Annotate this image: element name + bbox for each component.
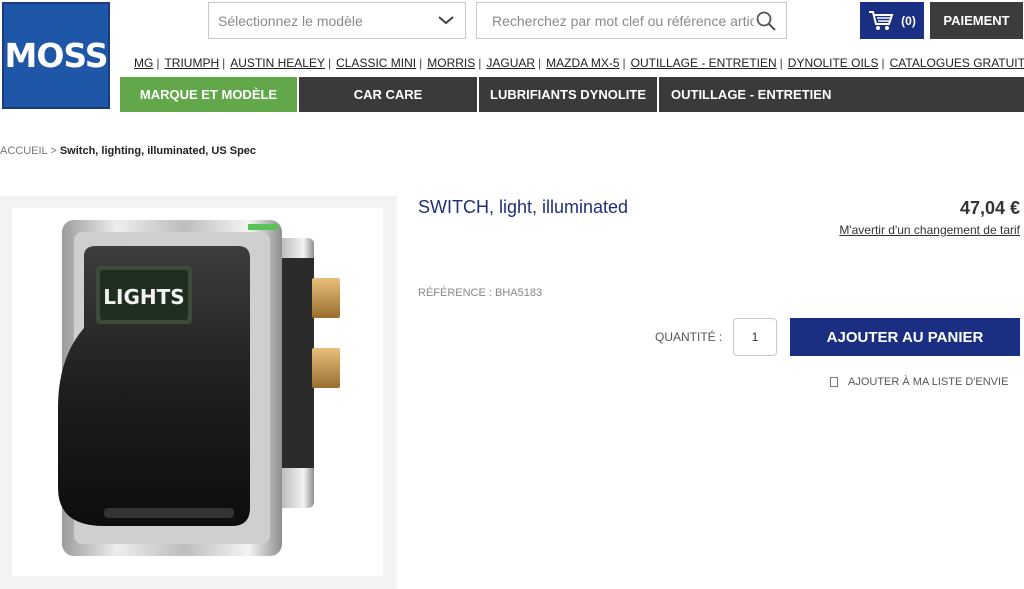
logo-text: MOSS — [4, 36, 109, 75]
brand-link-triumph[interactable]: TRIUMPH — [164, 56, 219, 70]
main-nav: MARQUE ET MODÈLE CAR CARE LUBRIFIANTS DY… — [120, 77, 1024, 112]
price-alert-link[interactable]: M'avertir d'un changement de tarif — [839, 223, 1020, 237]
brand-link-austin-healey[interactable]: AUSTIN HEALEY — [230, 56, 325, 70]
search-input[interactable]: Recherchez par mot clef ou référence art… — [476, 2, 787, 39]
separator: | — [419, 56, 423, 70]
wishlist-label: AJOUTER À MA LISTE D'ENVIE — [848, 376, 1009, 388]
product-image[interactable]: LIGHTS — [0, 196, 397, 589]
logo-badge: MOSS — [2, 2, 110, 109]
quantity-label: QUANTITÉ : — [655, 330, 723, 344]
product-title: SWITCH, light, illuminated — [418, 197, 629, 217]
search-icon[interactable] — [756, 11, 776, 31]
separator: | — [622, 56, 626, 70]
nav-tab-outillage[interactable]: OUTILLAGE - ENTRETIEN — [659, 77, 1024, 112]
chevron-down-icon — [438, 16, 454, 25]
search-placeholder: Recherchez par mot clef ou référence art… — [492, 12, 754, 29]
brand-link-mazda-mx5[interactable]: MAZDA MX-5 — [546, 56, 619, 70]
quantity-input[interactable]: 1 — [733, 318, 777, 356]
breadcrumb-home[interactable]: ACCUEIL — [0, 145, 47, 157]
separator: | — [538, 56, 542, 70]
brand-links: MG | TRIUMPH | AUSTIN HEALEY | CLASSIC MINI… — [134, 56, 1024, 70]
nav-tab-lubrifiants[interactable]: LUBRIFIANTS DYNOLITE — [479, 77, 659, 112]
switch-label: LIGHTS — [103, 285, 184, 309]
separator: | — [881, 56, 885, 70]
separator: | — [779, 56, 783, 70]
switch-illustration: LIGHTS — [58, 220, 340, 556]
product-photo: LIGHTS — [12, 208, 383, 576]
quantity-value: 1 — [751, 330, 759, 344]
separator: | — [327, 56, 332, 70]
product-reference: RÉFÉRENCE : BHA5183 — [418, 287, 543, 299]
separator: | — [222, 56, 226, 70]
model-select-placeholder: Sélectionnez le modèle — [218, 12, 363, 29]
breadcrumb-separator: > — [50, 145, 57, 157]
wishlist-icon — [830, 377, 838, 387]
add-to-cart-button[interactable]: AJOUTER AU PANIER — [790, 318, 1020, 356]
cart-icon — [869, 10, 894, 30]
payment-button[interactable]: PAIEMENT — [930, 2, 1023, 39]
brand-link-jaguar[interactable]: JAGUAR — [486, 56, 535, 70]
separator: | — [156, 56, 160, 70]
moss-logo[interactable]: MOSS — [0, 0, 112, 112]
wishlist-link[interactable]: AJOUTER À MA LISTE D'ENVIE — [830, 376, 1008, 388]
breadcrumb: ACCUEIL > Switch, lighting, illuminated,… — [0, 145, 256, 157]
brand-link-mg[interactable]: MG — [134, 56, 153, 70]
brand-link-outillage[interactable]: OUTILLAGE - ENTRETIEN — [631, 56, 777, 70]
nav-tab-car-care[interactable]: CAR CARE — [299, 77, 479, 112]
separator: | — [478, 56, 482, 70]
model-select[interactable]: Sélectionnez le modèle — [208, 2, 466, 39]
nav-tab-marque-modele[interactable]: MARQUE ET MODÈLE — [120, 77, 299, 112]
brand-link-classic-mini[interactable]: CLASSIC MINI — [336, 56, 416, 70]
breadcrumb-current: Switch, lighting, illuminated, US Spec — [59, 145, 257, 157]
brand-link-catalogues[interactable]: CATALOGUES GRATUITS — [890, 56, 1024, 70]
cart-count: (0) — [901, 13, 916, 28]
brand-link-dynolite-oils[interactable]: DYNOLITE OILS — [788, 56, 879, 70]
brand-link-morris[interactable]: MORRIS — [427, 56, 475, 70]
product-price: 47,04 € — [959, 198, 1020, 218]
cart-button[interactable]: (0) — [860, 2, 924, 39]
